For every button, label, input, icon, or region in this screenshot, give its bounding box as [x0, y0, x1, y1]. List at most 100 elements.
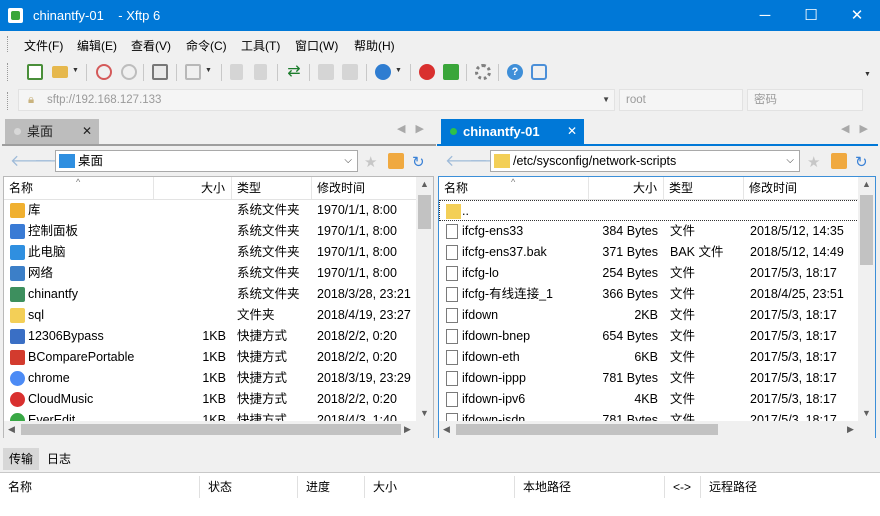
remote-hscrollbar[interactable]: ◀ ▶: [439, 421, 875, 438]
copy-icon[interactable]: [230, 64, 243, 80]
refresh-icon[interactable]: ↻: [855, 153, 871, 171]
list-item[interactable]: ifdown-ippp 781 Bytes 文件 2017/5/3, 18:17: [439, 368, 859, 389]
menu-tools[interactable]: 工具(T): [241, 37, 280, 54]
col-local-path[interactable]: 本地路径: [515, 476, 665, 498]
list-item[interactable]: ifcfg-ens37.bak 371 Bytes BAK 文件 2018/5/12,…: [439, 242, 859, 263]
col-transfer-size[interactable]: 大小: [365, 476, 515, 498]
col-transfer-progress[interactable]: 进度: [298, 476, 365, 498]
col-type-header[interactable]: 类型: [664, 177, 744, 199]
scroll-up-arrow[interactable]: ▲: [858, 179, 875, 189]
connect-icon[interactable]: [96, 64, 112, 80]
properties-icon[interactable]: [152, 64, 168, 80]
paste-icon[interactable]: [254, 64, 267, 80]
list-item[interactable]: 12306Bypass 1KB 快捷方式 2018/2/2, 0:20: [4, 326, 417, 347]
maximize-button[interactable]: ☐: [788, 0, 834, 31]
col-name-header[interactable]: 名称 ^: [4, 177, 154, 199]
list-item[interactable]: ifcfg-有线连接_1 366 Bytes 文件 2018/4/25, 23:51: [439, 284, 859, 305]
scroll-down-arrow[interactable]: ▼: [416, 408, 433, 418]
home-icon[interactable]: [388, 153, 404, 169]
globe-icon[interactable]: [375, 64, 391, 80]
list-item[interactable]: chinantfy 系统文件夹 2018/3/28, 23:21: [4, 284, 417, 305]
tab-close-icon[interactable]: ✕: [82, 119, 92, 144]
col-remote-path[interactable]: 远程路径: [701, 476, 880, 498]
scroll-left-arrow[interactable]: ◀: [443, 421, 450, 438]
menu-window[interactable]: 窗口(W): [295, 37, 338, 54]
tab-remote-session[interactable]: chinantfy-01 ✕: [441, 119, 584, 144]
col-date-header[interactable]: 修改时间: [744, 177, 859, 199]
screen-dropdown-icon[interactable]: ▼: [205, 67, 212, 74]
col-size-header[interactable]: 大小: [589, 177, 664, 199]
sync-icon[interactable]: ⇄: [286, 64, 302, 80]
scroll-thumb[interactable]: [860, 195, 873, 265]
scroll-up-arrow[interactable]: ▲: [416, 179, 433, 189]
scroll-right-arrow[interactable]: ▶: [847, 421, 854, 438]
tab-log[interactable]: 日志: [41, 448, 77, 470]
host-dropdown-icon[interactable]: ▼: [602, 90, 610, 110]
col-transfer-name[interactable]: 名称: [0, 476, 200, 498]
globe-dropdown-icon[interactable]: ▼: [395, 67, 402, 74]
list-item[interactable]: ifdown 2KB 文件 2017/5/3, 18:17: [439, 305, 859, 326]
menu-help[interactable]: 帮助(H): [354, 37, 395, 54]
list-item[interactable]: chrome 1KB 快捷方式 2018/3/19, 23:29: [4, 368, 417, 389]
favorite-star-icon[interactable]: ★: [807, 153, 823, 171]
local-hscrollbar[interactable]: ◀ ▶: [4, 421, 433, 438]
col-date-header[interactable]: 修改时间: [312, 177, 417, 199]
menu-file[interactable]: 文件(F): [24, 37, 63, 54]
list-item[interactable]: 库 系统文件夹 1970/1/1, 8:00: [4, 200, 417, 221]
disconnect-icon[interactable]: [121, 64, 137, 80]
menu-command[interactable]: 命令(C): [186, 37, 227, 54]
screen-icon[interactable]: [185, 64, 201, 80]
settings-icon[interactable]: [475, 64, 491, 80]
menu-view[interactable]: 查看(V): [131, 37, 171, 54]
list-item[interactable]: sql 文件夹 2018/4/19, 23:27: [4, 305, 417, 326]
list-item[interactable]: ifcfg-lo 254 Bytes 文件 2017/5/3, 18:17: [439, 263, 859, 284]
list-item[interactable]: ifdown-ipv6 4KB 文件 2017/5/3, 18:17: [439, 389, 859, 410]
local-vscrollbar[interactable]: ▲ ▼: [416, 177, 433, 422]
list-item[interactable]: 网络 系统文件夹 1970/1/1, 8:00: [4, 263, 417, 284]
menu-edit[interactable]: 编辑(E): [77, 37, 117, 54]
help-icon[interactable]: ?: [507, 64, 523, 80]
parent-dir-row[interactable]: ..: [439, 200, 859, 221]
col-transfer-status[interactable]: 状态: [200, 476, 298, 498]
tab-local-desktop[interactable]: 桌面 ✕: [5, 119, 99, 144]
open-folder-icon[interactable]: [52, 66, 68, 78]
duplicate-icon[interactable]: [342, 64, 358, 80]
chevron-down-icon[interactable]: ⌵: [344, 151, 352, 171]
list-item[interactable]: 控制面板 系统文件夹 1970/1/1, 8:00: [4, 221, 417, 242]
tab-close-icon[interactable]: ✕: [567, 119, 577, 144]
remote-vscrollbar[interactable]: ▲ ▼: [858, 177, 875, 422]
col-type-header[interactable]: 类型: [232, 177, 312, 199]
col-size-header[interactable]: 大小: [154, 177, 232, 199]
tab-scroll-arrows[interactable]: ◀▶: [841, 122, 878, 135]
xftp-icon[interactable]: [443, 64, 459, 80]
local-path-combo[interactable]: 桌面 ⌵: [55, 150, 358, 172]
list-item[interactable]: CloudMusic 1KB 快捷方式 2018/2/2, 0:20: [4, 389, 417, 410]
home-icon[interactable]: [831, 153, 847, 169]
host-input[interactable]: 🔒︎ sftp://192.168.127.133 ▼: [18, 89, 615, 111]
minimize-button[interactable]: ─: [742, 0, 788, 31]
duplicate-icon[interactable]: [318, 64, 334, 80]
col-name-header[interactable]: 名称 ^: [439, 177, 589, 199]
close-button[interactable]: ✕: [834, 0, 880, 31]
favorite-star-icon[interactable]: ★: [364, 153, 380, 171]
chevron-down-icon[interactable]: ⌵: [786, 151, 794, 171]
password-input[interactable]: 密码: [747, 89, 863, 111]
col-direction[interactable]: <->: [665, 476, 701, 498]
toolbar-overflow-icon[interactable]: ▼: [864, 71, 871, 78]
scroll-thumb[interactable]: [418, 195, 431, 229]
list-item[interactable]: ifcfg-ens33 384 Bytes 文件 2018/5/12, 14:35: [439, 221, 859, 242]
refresh-icon[interactable]: ↻: [412, 153, 428, 171]
new-session-icon[interactable]: [27, 64, 43, 80]
list-item[interactable]: BComparePortable 1KB 快捷方式 2018/2/2, 0:20: [4, 347, 417, 368]
scroll-left-arrow[interactable]: ◀: [8, 421, 15, 438]
tab-scroll-arrows[interactable]: ◀▶: [397, 122, 434, 135]
scroll-right-arrow[interactable]: ▶: [404, 421, 411, 438]
hscroll-thumb[interactable]: [21, 424, 401, 435]
open-dropdown-icon[interactable]: ▼: [72, 67, 79, 74]
scroll-down-arrow[interactable]: ▼: [858, 408, 875, 418]
xshell-icon[interactable]: [419, 64, 435, 80]
username-input[interactable]: root: [619, 89, 743, 111]
list-item[interactable]: ifdown-eth 6KB 文件 2017/5/3, 18:17: [439, 347, 859, 368]
hscroll-thumb[interactable]: [456, 424, 718, 435]
list-item[interactable]: ifdown-bnep 654 Bytes 文件 2017/5/3, 18:17: [439, 326, 859, 347]
